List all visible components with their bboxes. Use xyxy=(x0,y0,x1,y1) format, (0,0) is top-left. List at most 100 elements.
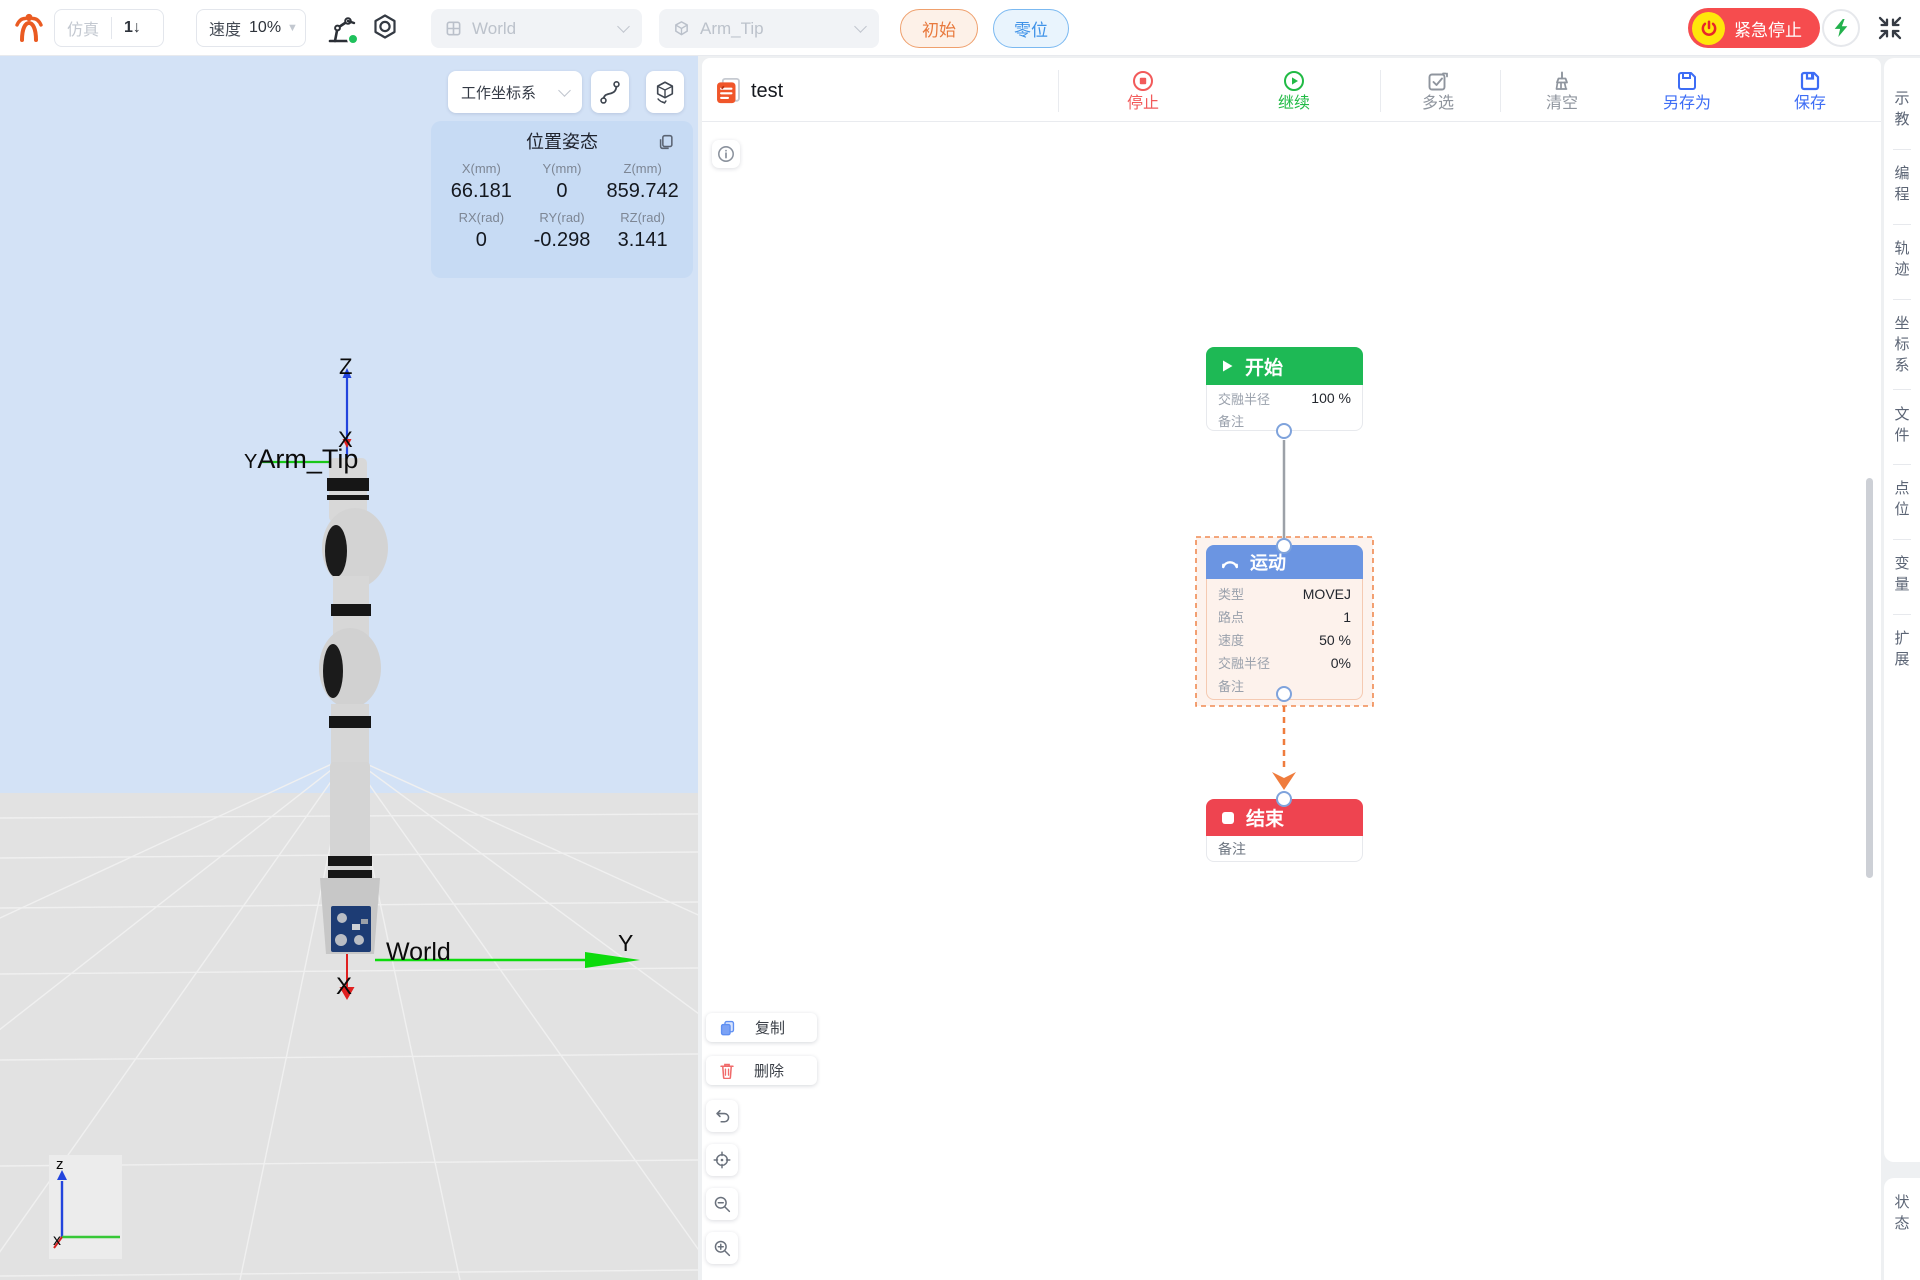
trajectory-toggle-button[interactable] xyxy=(591,71,629,113)
node-move-body: 类型 MOVEJ 路点 1 速度 50 % 交融半径 0% 备注 xyxy=(1206,579,1363,700)
gizmo-z-label: z xyxy=(56,1156,64,1173)
work-coord-label: 工作坐标系 xyxy=(461,84,537,102)
divider xyxy=(1893,539,1911,540)
node-field-label: 类型 xyxy=(1218,587,1245,602)
caret-down-icon: ▼ xyxy=(287,22,298,34)
hexagon-target-icon[interactable] xyxy=(369,12,401,44)
world-frame-value: World xyxy=(472,18,517,38)
sim-online-dot xyxy=(347,33,359,45)
tool-frame-select[interactable]: Arm_Tip xyxy=(659,9,879,48)
pose-label: RX(rad) xyxy=(458,210,505,225)
pose-panel-title: 位置姿态 xyxy=(441,131,683,155)
joint-order-icon[interactable]: 1↓ xyxy=(112,10,153,46)
play-icon xyxy=(1223,360,1233,372)
node-field-value: 50 % xyxy=(1319,631,1351,648)
pose-value: -0.298 xyxy=(533,229,591,251)
pose-value: 0 xyxy=(556,180,568,202)
pose-label: Y(mm) xyxy=(542,161,582,176)
pose-value: 859.742 xyxy=(606,180,679,202)
node-start[interactable]: 开始 交融半径 100 % 备注 xyxy=(1206,347,1363,431)
pose-value: 0 xyxy=(475,229,487,251)
tool-frame-value: Arm_Tip xyxy=(700,18,764,38)
world-x-axis-label: X xyxy=(336,973,353,1000)
node-title: 开始 xyxy=(1245,357,1284,379)
work-coord-dropdown[interactable]: 工作坐标系 xyxy=(448,71,582,113)
node-end-body: 备注 xyxy=(1206,836,1363,862)
stop-square-icon xyxy=(1222,811,1234,824)
port-end-in[interactable] xyxy=(1276,791,1292,807)
pose-label: RZ(rad) xyxy=(620,210,666,225)
sidebar-item-trajectory[interactable]: 轨迹 xyxy=(1884,238,1920,280)
world-frame-select[interactable]: World xyxy=(431,9,642,48)
divider xyxy=(1893,149,1911,150)
tip-z-axis-label: Z xyxy=(339,354,353,379)
program-tab-test[interactable]: test xyxy=(714,76,783,106)
collapse-window-icon[interactable] xyxy=(1876,14,1904,42)
node-field-value: 0% xyxy=(1330,654,1351,671)
node-field-value: 1 xyxy=(1343,608,1351,625)
top-toolbar: 仿真 1↓ 速度 10% ▼ World Arm_Tip 初始 零位 紧急停止 xyxy=(0,0,1920,56)
chevron-down-icon xyxy=(617,20,630,33)
world-frame-name: World xyxy=(386,938,451,966)
sidebar-item-status[interactable]: 状态 xyxy=(1884,1192,1920,1234)
node-field-label: 交融半径 xyxy=(1218,391,1271,407)
node-field-label: 路点 xyxy=(1218,610,1245,625)
pose-label: X(mm) xyxy=(461,161,501,176)
tip-frame-name: Arm_Tip xyxy=(257,444,359,474)
node-field-label: 速度 xyxy=(1218,633,1245,648)
arc-motion-icon xyxy=(1222,560,1238,568)
port-start-out[interactable] xyxy=(1276,423,1292,439)
program-tab-label: test xyxy=(751,79,784,102)
path-icon xyxy=(600,81,620,104)
node-field-label: 备注 xyxy=(1218,413,1245,429)
sidebar-item-coordsys[interactable]: 坐标系 xyxy=(1884,313,1920,376)
sidebar-item-extensions[interactable]: 扩展 xyxy=(1884,628,1920,670)
node-field-label: 交融半径 xyxy=(1218,656,1271,671)
frame-grid-icon xyxy=(446,21,461,36)
speed-label: 速度 xyxy=(209,22,242,39)
model-view-button[interactable] xyxy=(646,71,684,113)
port-move-out[interactable] xyxy=(1276,686,1292,702)
pose-label: RY(rad) xyxy=(539,210,585,225)
sidebar-item-points[interactable]: 点位 xyxy=(1884,478,1920,520)
chevron-down-icon xyxy=(854,20,867,33)
sidebar-item-teach[interactable]: 示教 xyxy=(1884,88,1920,130)
sim-mode-label[interactable]: 仿真 xyxy=(55,10,111,46)
node-field-value: MOVEJ xyxy=(1302,585,1351,602)
port-move-in[interactable] xyxy=(1276,538,1292,554)
gizmo-x-label: x xyxy=(53,1232,61,1249)
flow-connectors xyxy=(1195,440,1374,790)
divider xyxy=(1893,224,1911,225)
program-header xyxy=(702,58,1881,122)
pose-value: 3.141 xyxy=(617,229,668,251)
node-start-header[interactable]: 开始 xyxy=(1206,347,1363,385)
sidebar-item-variables[interactable]: 变量 xyxy=(1884,553,1920,595)
power-icon xyxy=(1692,11,1725,45)
node-field-value: 100 % xyxy=(1311,390,1351,406)
speed-dropdown[interactable]: 速度 10% ▼ xyxy=(196,9,306,47)
lightning-icon xyxy=(1834,19,1848,37)
node-field-label: 备注 xyxy=(1218,679,1245,694)
emergency-stop-button[interactable]: 紧急停止 xyxy=(1688,8,1820,48)
robot-status-icon[interactable] xyxy=(322,11,362,47)
divider xyxy=(1893,614,1911,615)
tip-frame-label-group: Y Arm_Tip xyxy=(244,444,358,475)
app-logo-icon xyxy=(15,13,43,42)
node-end[interactable]: 结束 备注 xyxy=(1206,799,1363,862)
sidebar-item-program[interactable]: 编程 xyxy=(1884,163,1920,205)
emergency-stop-label: 紧急停止 xyxy=(1734,20,1802,40)
connector-arrowhead xyxy=(1272,772,1296,790)
pose-panel: 位置姿态 X(mm) Y(mm) Z(mm) 66.181 0 859.742 … xyxy=(431,121,693,278)
node-move[interactable]: 运动 类型 MOVEJ 路点 1 速度 50 % 交融半径 0% 备注 xyxy=(1206,545,1363,700)
chevron-down-icon xyxy=(558,83,571,97)
node-title: 结束 xyxy=(1246,809,1285,830)
divider xyxy=(1893,389,1911,390)
copy-pose-icon[interactable] xyxy=(657,133,675,151)
sim-mode-group: 仿真 1↓ xyxy=(54,9,164,47)
servo-power-button[interactable] xyxy=(1822,9,1860,47)
tip-y-axis-label: Y xyxy=(244,451,258,473)
zero-pose-button[interactable]: 零位 xyxy=(993,9,1069,48)
init-pose-button[interactable]: 初始 xyxy=(900,9,978,48)
sidebar-item-files[interactable]: 文件 xyxy=(1884,404,1920,446)
pose-values-grid: X(mm) Y(mm) Z(mm) 66.181 0 859.742 RX(ra… xyxy=(441,161,683,253)
